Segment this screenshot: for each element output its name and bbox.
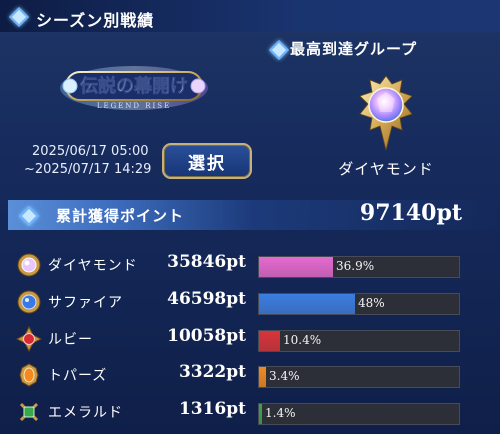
breakdown-name: サファイア <box>48 295 123 311</box>
logo-subtext: LEGEND RISE <box>97 102 171 110</box>
breakdown-points: 1316pt <box>178 399 246 419</box>
diamond-bullet-icon <box>19 206 39 226</box>
breakdown-name: ルビー <box>48 332 93 348</box>
diamond-gem-icon <box>352 74 420 152</box>
logo-text: 伝説の幕開け <box>80 75 188 97</box>
breakdown-row-sapphire: サファイア 46598pt 48% <box>0 285 500 319</box>
diamond-gem-icon <box>16 252 42 278</box>
breakdown-row-ruby: ルビー 10058pt 10.4% <box>0 322 500 356</box>
percent-label: 36.9% <box>336 259 375 273</box>
diamond-bullet-icon <box>9 7 29 27</box>
diamond-bullet-icon <box>269 40 289 60</box>
percent-bar-track: 10.4% <box>258 330 460 352</box>
total-points-label: 累計獲得ポイント <box>56 207 185 225</box>
percent-bar-fill <box>259 257 333 277</box>
total-points-value: 97140pt <box>359 200 462 226</box>
breakdown-name: ダイヤモンド <box>48 258 138 274</box>
percent-bar-track: 36.9% <box>258 256 460 278</box>
percent-label: 3.4% <box>269 369 300 383</box>
sapphire-gem-icon <box>16 289 42 315</box>
highest-group-title: 最高到達グループ <box>290 40 418 58</box>
ruby-gem-icon <box>15 325 43 353</box>
season-logo: 伝説の幕開け LEGEND RISE <box>58 56 210 118</box>
percent-bar-fill <box>259 404 262 424</box>
breakdown-name: トパーズ <box>48 368 108 384</box>
emerald-gem-icon <box>16 399 42 425</box>
select-season-button[interactable]: 選択 <box>162 143 252 179</box>
header-bar: シーズン別戦績 <box>0 0 500 32</box>
percent-bar-fill <box>259 294 355 314</box>
breakdown-row-emerald: エメラルド 1316pt 1.4% <box>0 395 500 429</box>
percent-label: 48% <box>358 296 385 310</box>
percent-bar-track: 1.4% <box>258 403 460 425</box>
breakdown-row-diamond: ダイヤモンド 35846pt 36.9% <box>0 248 500 282</box>
percent-bar-track: 48% <box>258 293 460 315</box>
percent-bar-fill <box>259 331 280 351</box>
percent-label: 10.4% <box>283 333 322 347</box>
breakdown-points: 10058pt <box>167 326 246 346</box>
total-points-bar: 累計獲得ポイント 97140pt <box>8 200 500 230</box>
page-title: シーズン別戦績 <box>36 11 155 30</box>
breakdown-points: 3322pt <box>178 362 246 382</box>
breakdown-points: 35846pt <box>167 252 246 272</box>
season-logo-emblem: 伝説の幕開け LEGEND RISE <box>60 66 208 110</box>
breakdown-name: エメラルド <box>48 405 123 421</box>
breakdown-row-topaz: トパーズ 3322pt 3.4% <box>0 358 500 392</box>
highest-group-name: ダイヤモンド <box>338 160 434 178</box>
topaz-gem-icon <box>16 362 42 388</box>
breakdown-points: 46598pt <box>167 289 246 309</box>
season-start-date: 2025/06/17 05:00 <box>32 144 149 159</box>
percent-bar-fill <box>259 367 266 387</box>
percent-bar-track: 3.4% <box>258 366 460 388</box>
season-end-date: ~2025/07/17 14:29 <box>24 162 152 177</box>
percent-label: 1.4% <box>265 406 296 420</box>
